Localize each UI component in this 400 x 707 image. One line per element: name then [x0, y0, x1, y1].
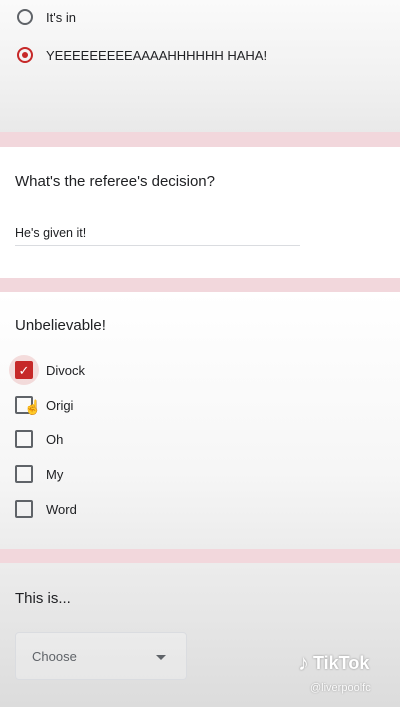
radio-option-yeah[interactable]: YEEEEEEEEEAAAAHHHHHH HAHA!	[15, 45, 267, 65]
checkbox-label: Divock	[46, 362, 86, 378]
section-divider	[0, 278, 400, 292]
section-divider	[0, 132, 400, 147]
checkbox[interactable]	[15, 430, 33, 448]
radio-option-label: It's in	[46, 9, 76, 25]
checkbox-label: Oh	[46, 431, 64, 447]
checkbox[interactable]	[15, 500, 33, 518]
checkbox-option-oh[interactable]: Oh	[15, 430, 63, 448]
input-underline	[15, 245, 300, 246]
checkbox[interactable]	[15, 465, 33, 483]
radio-option-label: YEEEEEEEEEAAAAHHHHHH HAHA!	[46, 47, 268, 63]
tiktok-logo-icon: ♪	[298, 650, 309, 675]
checkbox-option-my[interactable]: My	[15, 465, 63, 483]
radio-question-card: It's in YEEEEEEEEEAAAAHHHHHH HAHA!	[0, 0, 400, 132]
hand-pointer-icon: ☝	[24, 399, 42, 415]
question-title: What's the referee's decision?	[15, 173, 215, 190]
checkbox-option-divock[interactable]: ✓ Divock	[9, 355, 86, 385]
checkbox-label: Word	[46, 501, 77, 517]
question-title: This is...	[15, 590, 71, 607]
section-divider	[0, 549, 400, 563]
checkbox-option-word[interactable]: Word	[15, 500, 77, 518]
radio-button[interactable]	[15, 7, 35, 27]
account-handle: @liverpoolfc	[310, 682, 371, 694]
checkbox-label: Origi	[46, 397, 74, 413]
choose-dropdown[interactable]: Choose	[15, 632, 187, 680]
checkbox-label: My	[46, 466, 64, 482]
question-title: Unbelievable!	[15, 317, 106, 334]
dropdown-arrow-icon	[156, 655, 166, 660]
checkbox-checked[interactable]: ✓	[15, 361, 33, 379]
radio-option-its-in[interactable]: It's in	[15, 7, 76, 27]
radio-button-selected[interactable]	[15, 45, 35, 65]
checkbox-question-card: Unbelievable! ✓ Divock Origi Oh My Word	[0, 292, 400, 549]
text-question-card: What's the referee's decision?	[0, 147, 400, 278]
dropdown-placeholder: Choose	[32, 649, 77, 664]
short-answer-input[interactable]: He's given it!	[15, 226, 86, 240]
tiktok-brand-text: TikTok	[313, 652, 370, 673]
tiktok-watermark: ♪ TikTok	[298, 650, 369, 676]
